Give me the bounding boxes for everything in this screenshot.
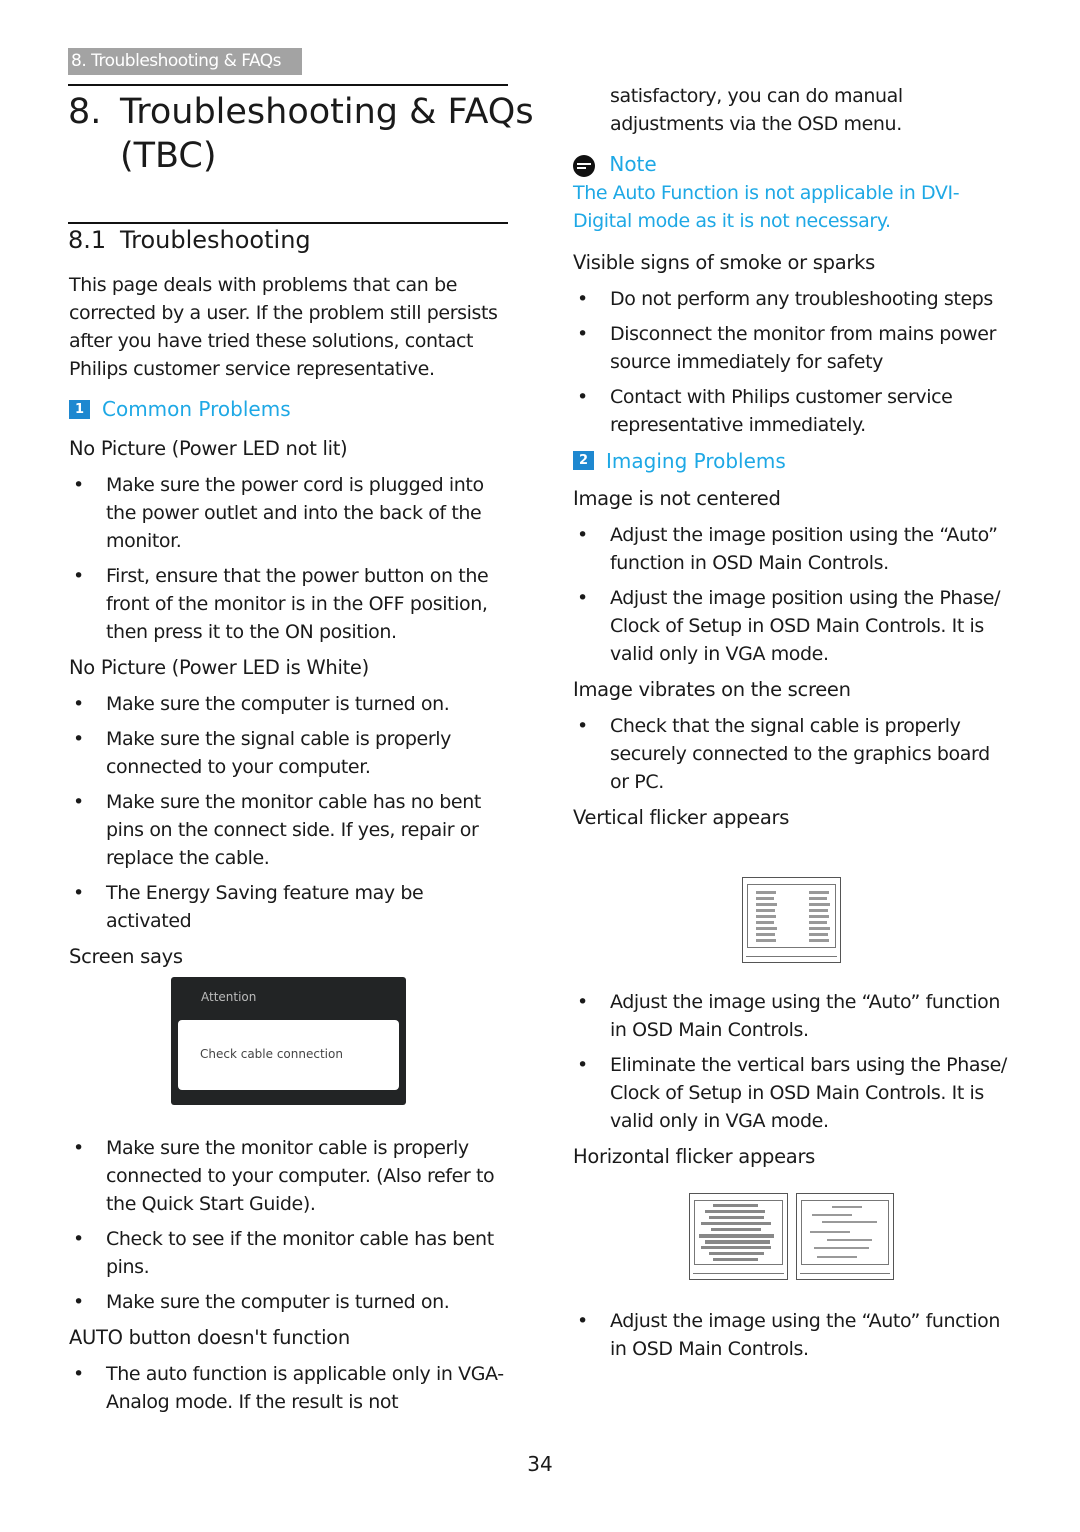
note-heading: Note: [573, 152, 1013, 177]
list-item: Do not perform any troubleshooting steps: [573, 285, 1013, 313]
list-item: Make sure the computer is turned on.: [69, 1288, 509, 1316]
group-title: Visible signs of smoke or sparks: [573, 250, 875, 274]
title-line2: (TBC): [120, 136, 217, 176]
list-item: Adjust the image using the “Auto” functi…: [573, 988, 1013, 1044]
group-title: No Picture (Power LED not lit): [69, 437, 348, 460]
list-item: Make sure the computer is turned on.: [69, 690, 509, 718]
list-item: First, ensure that the power button on t…: [69, 562, 509, 646]
list-item: Make sure the power cord is plugged into…: [69, 471, 509, 555]
continuation-text: satisfactory, you can do manual adjustme…: [610, 85, 903, 135]
note-icon: [573, 154, 595, 177]
group-title: Screen says: [69, 945, 183, 968]
left-column-lower: Make sure the monitor cable is properly …: [69, 1134, 509, 1423]
list-item: Disconnect the monitor from mains power …: [573, 320, 1013, 376]
title-line1: Troubleshooting & FAQs: [120, 92, 534, 132]
monitor-screen: [747, 884, 836, 948]
common-problems-heading: 1 Common Problems: [69, 397, 509, 421]
common-problems-label: Common Problems: [102, 397, 291, 421]
monitor-screen: [694, 1200, 783, 1265]
group-title: Horizontal flicker appears: [573, 1145, 816, 1168]
imaging-problems-label: Imaging Problems: [606, 448, 786, 473]
list-item: Eliminate the vertical bars using the Ph…: [573, 1051, 1013, 1135]
title-rule: [68, 84, 508, 86]
section-number: 8.1: [68, 226, 107, 254]
list-item: Adjust the image position using the “Aut…: [573, 521, 1013, 577]
right-column-mid: Adjust the image using the “Auto” functi…: [573, 988, 1013, 1171]
section-title: Troubleshooting: [120, 226, 311, 254]
section-rule: [68, 222, 508, 224]
right-column-lower: Adjust the image using the “Auto” functi…: [573, 1307, 1013, 1370]
list-item: Make sure the monitor cable has no bent …: [69, 788, 509, 872]
list-item: Make sure the monitor cable is properly …: [69, 1134, 509, 1218]
list-item: The Energy Saving feature may be activat…: [69, 879, 509, 935]
title-number: 8.: [68, 92, 102, 132]
monitor-base: [746, 956, 837, 957]
horizontal-bars-pattern: [699, 1204, 774, 1261]
imaging-problems-heading: 2 Imaging Problems: [573, 449, 1013, 473]
osd-attention-dialog: Attention Check cable connection: [171, 977, 406, 1105]
list-item: Adjust the image position using the Phas…: [573, 584, 1013, 668]
group-title: No Picture (Power LED is White): [69, 656, 369, 679]
page-number: 34: [527, 1452, 553, 1476]
clean-lines-pattern: [810, 1206, 877, 1258]
right-column: satisfactory, you can do manual adjustme…: [573, 82, 1013, 832]
vertical-bars-pattern: [756, 891, 830, 942]
section-heading: 8.1 Troubleshooting: [68, 226, 311, 254]
page-title: 8. Troubleshooting & FAQs (TBC): [68, 90, 534, 178]
list-item: Contact with Philips customer service re…: [573, 383, 1013, 439]
osd-message-box: Check cable connection: [178, 1020, 399, 1090]
left-column: This page deals with problems that can b…: [69, 271, 509, 971]
horizontal-flicker-monitor-image-after: [796, 1193, 894, 1280]
horizontal-flicker-monitor-image-before: [689, 1193, 788, 1280]
list-item: Check that the signal cable is properly …: [573, 712, 1013, 796]
group-title: AUTO button doesn't function: [69, 1326, 350, 1349]
note-text: The Auto Function is not applicable in D…: [573, 181, 960, 232]
osd-message: Check cable connection: [200, 1047, 343, 1061]
group-title: Image vibrates on the screen: [573, 677, 851, 701]
list-item: Adjust the image using the “Auto” functi…: [573, 1307, 1013, 1363]
monitor-base: [800, 1273, 890, 1274]
list-item: The auto function is applicable only in …: [69, 1360, 509, 1416]
section-badge: 2: [573, 451, 594, 470]
vertical-flicker-monitor-image: [742, 877, 841, 963]
intro-paragraph: This page deals with problems that can b…: [69, 274, 498, 380]
note-label: Note: [609, 152, 657, 176]
osd-title: Attention: [201, 990, 257, 1004]
section-badge: 1: [69, 399, 90, 419]
monitor-screen: [801, 1200, 889, 1265]
chapter-tab: 8. Troubleshooting & FAQs: [68, 48, 302, 75]
group-title: Vertical flicker appears: [573, 805, 790, 829]
list-item: Make sure the signal cable is properly c…: [69, 725, 509, 781]
monitor-base: [693, 1273, 784, 1274]
list-item: Check to see if the monitor cable has be…: [69, 1225, 509, 1281]
group-title: Image is not centered: [573, 486, 781, 510]
